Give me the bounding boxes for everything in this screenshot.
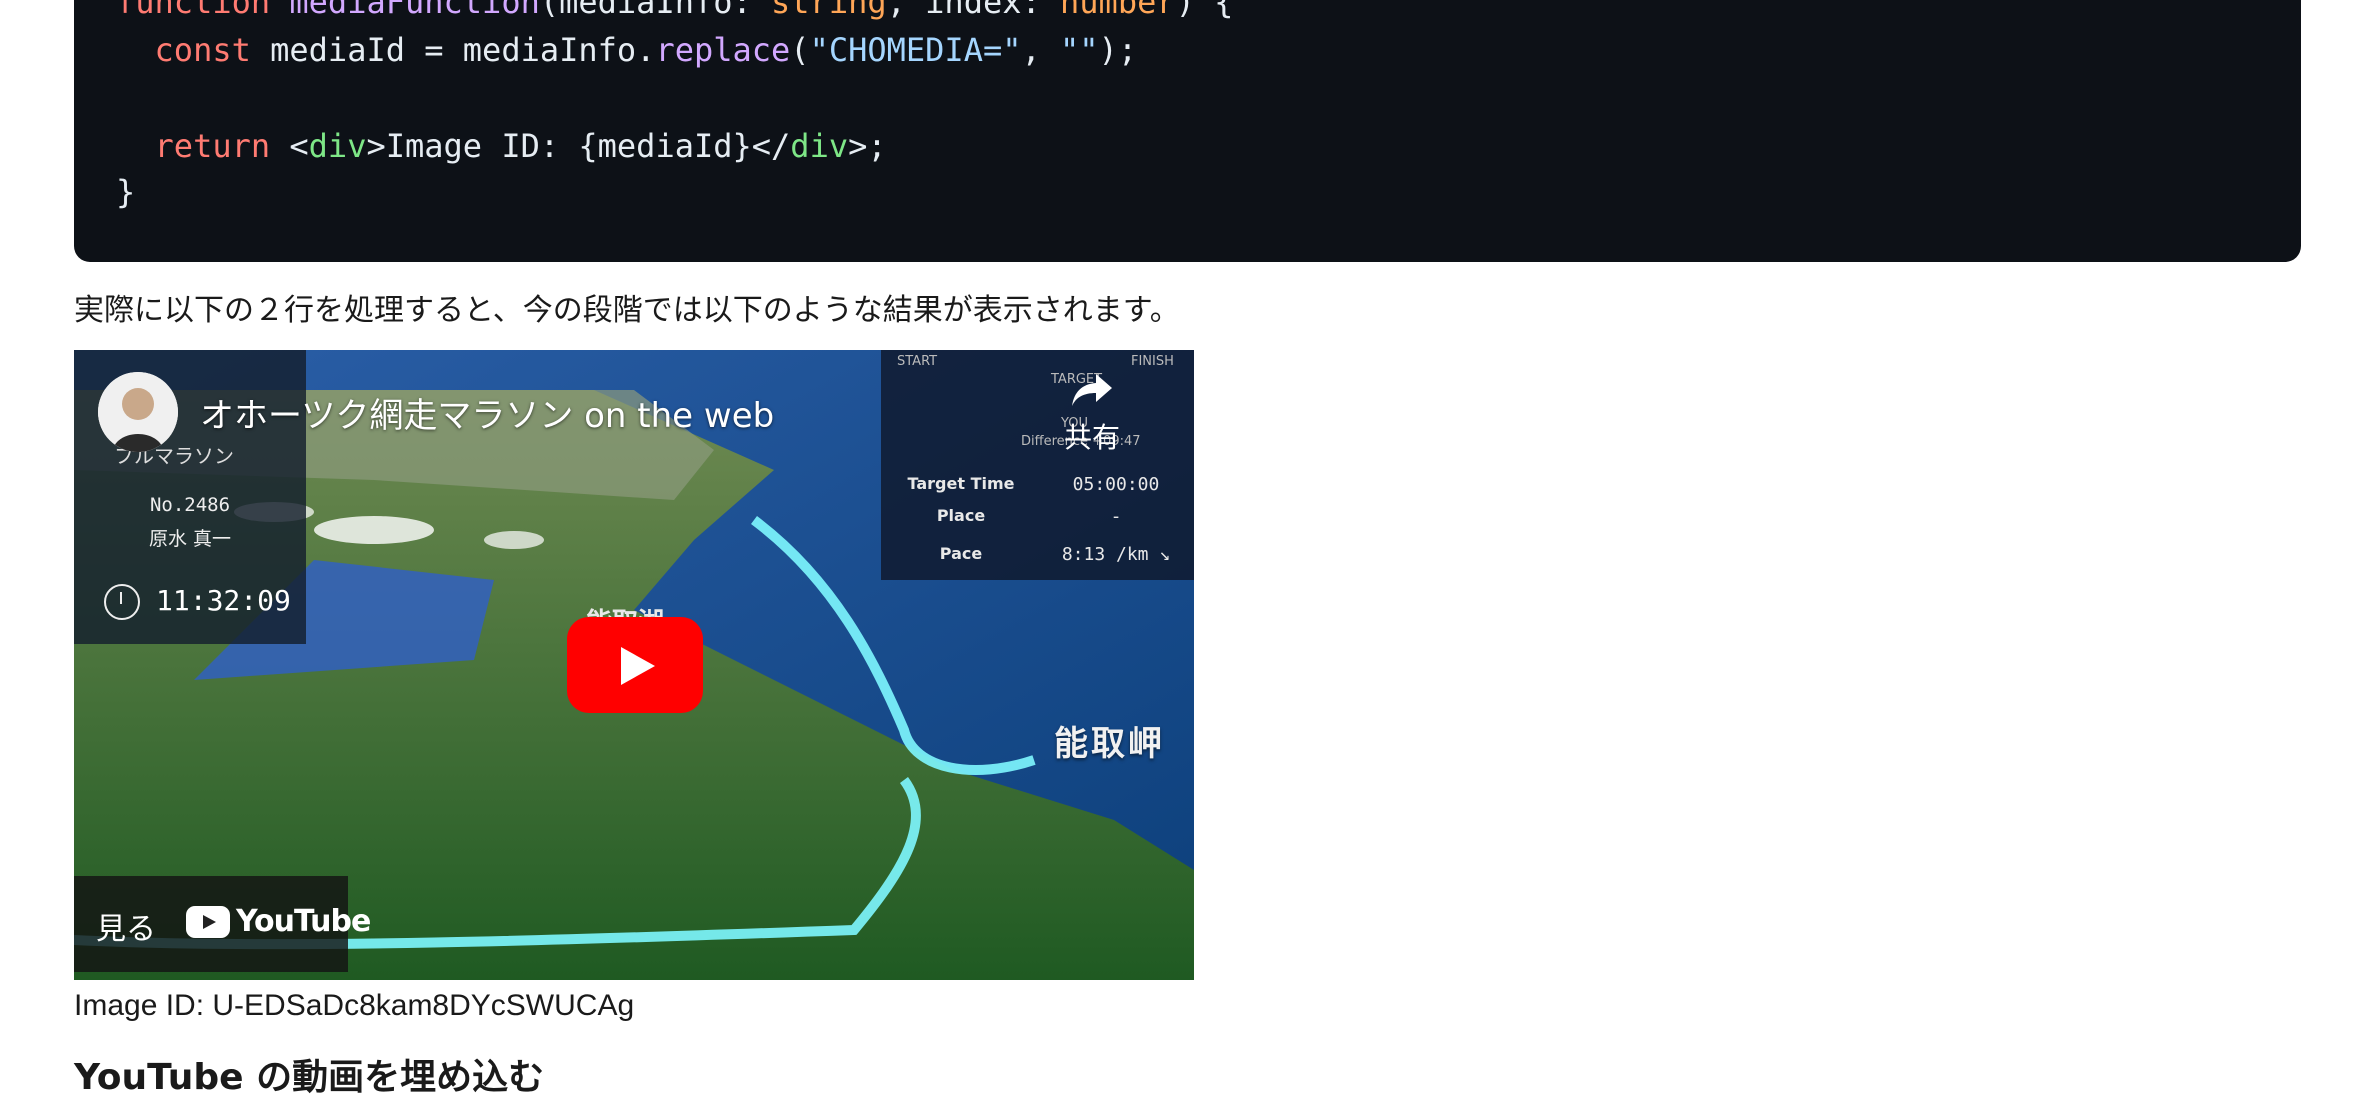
video-title[interactable]: オホーツク網走マラソン on the web	[200, 388, 774, 437]
code-block: function mediaFunction(mediaInfo: string…	[74, 0, 2301, 262]
paragraph-text: 実際に以下の２行を処理すると、今の段階では以下のような結果が表示されます。	[74, 293, 1180, 328]
code-line: }	[116, 170, 135, 214]
stat-key: Place	[936, 506, 986, 525]
code-token: mediaFunction	[289, 0, 540, 21]
runner-name: 原水 真一	[148, 528, 232, 550]
youtube-wordmark: YouTube	[236, 904, 371, 939]
share-label: 共有	[1063, 421, 1120, 454]
code-token: >Image ID: {mediaId}</	[366, 127, 791, 165]
clock-icon	[104, 584, 140, 620]
map-label: 能取岬	[1054, 724, 1165, 764]
watch-label: 見る	[96, 912, 156, 947]
code-token: mediaId = mediaInfo.	[270, 31, 656, 69]
code-token: (mediaInfo:	[539, 0, 772, 21]
stat-key: Target Time	[907, 474, 1015, 493]
elapsed-time: 11:32:09	[156, 584, 291, 617]
code-token: <	[289, 127, 309, 165]
code-line: function mediaFunction(mediaInfo: string…	[116, 0, 1233, 24]
code-token: number	[1060, 0, 1176, 21]
code-token: return	[154, 127, 290, 165]
code-token: ,	[1021, 31, 1061, 69]
code-token: ) {	[1175, 0, 1234, 21]
stat-row: Place -	[881, 506, 1194, 536]
stat-value: 05:00:00	[1072, 474, 1160, 495]
code-token: div	[790, 127, 849, 165]
code-token: function	[116, 0, 290, 21]
youtube-embed[interactable]: フルマラソン No.2486 原水 真一 11:32:09 START TARG…	[74, 350, 1194, 980]
finish-label: FINISH	[1131, 354, 1174, 369]
code-token: string	[771, 0, 887, 21]
code-token: ""	[1060, 31, 1099, 69]
share-button[interactable]: 共有	[1052, 372, 1132, 456]
code-line: const mediaId = mediaInfo.replace("CHOME…	[116, 28, 1138, 72]
code-token: "CHOMEDIA="	[809, 31, 1022, 69]
stat-key: Pace	[939, 544, 983, 563]
code-token: (	[790, 31, 810, 69]
bib-number: No.2486	[149, 494, 231, 516]
play-button[interactable]	[567, 617, 703, 713]
code-token: const	[154, 31, 271, 69]
stat-value: -	[1110, 506, 1122, 527]
code-token: , index:	[886, 0, 1061, 21]
section-heading: YouTube の動画を埋め込む	[74, 1057, 545, 1098]
watch-on-youtube-button[interactable]: 見る YouTube	[74, 876, 371, 972]
code-token: replace	[655, 31, 791, 69]
image-id-output: Image ID: U-EDSaDc8kam8DYcSWUCAg	[74, 989, 635, 1022]
code-token: >;	[848, 127, 887, 165]
code-token: div	[308, 127, 367, 165]
stat-row: Pace 8:13 /km ↘	[881, 544, 1194, 574]
pace-info-overlay: START TARGET FINISH YOU Difference +09:4…	[881, 350, 1194, 580]
avatar-image	[98, 372, 178, 452]
code-token: }	[116, 173, 136, 211]
channel-avatar[interactable]	[98, 372, 178, 452]
share-arrow-icon	[1072, 374, 1112, 406]
start-label: START	[897, 354, 938, 369]
code-token: );	[1098, 31, 1138, 69]
stat-row: Target Time 05:00:00	[881, 474, 1194, 504]
code-line: return <div>Image ID: {mediaId}</div>;	[116, 124, 887, 168]
stat-value: 8:13 /km ↘	[1061, 544, 1171, 565]
youtube-logo-icon	[186, 906, 230, 938]
